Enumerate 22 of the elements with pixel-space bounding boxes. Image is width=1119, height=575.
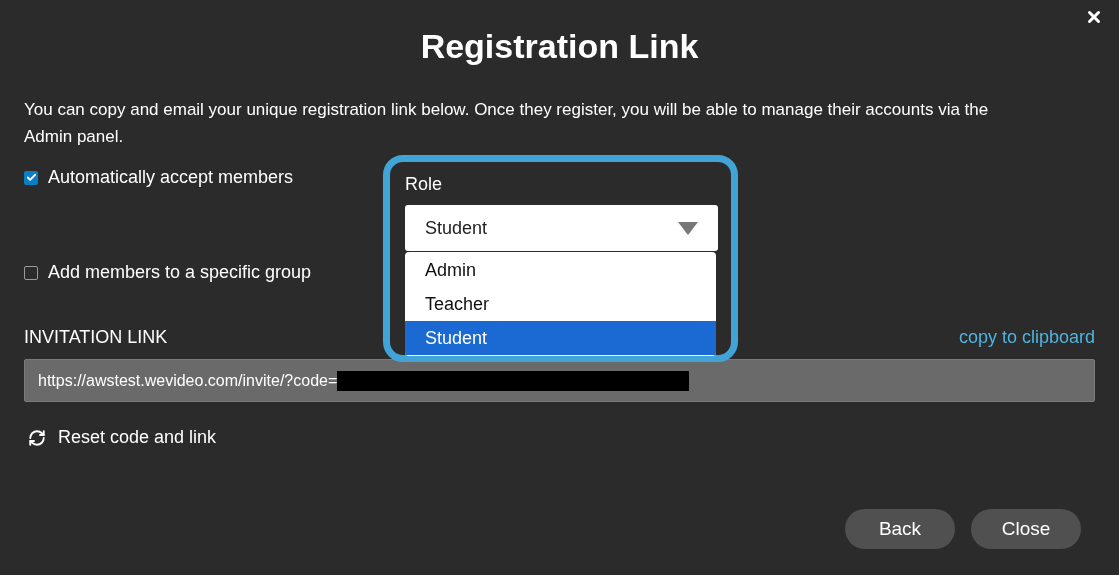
checkbox-label: Automatically accept members	[48, 166, 294, 189]
checkbox-label: Add members to a specific group	[48, 261, 312, 284]
checkbox[interactable]	[24, 265, 38, 280]
role-option[interactable]: Admin	[405, 253, 716, 287]
role-option[interactable]: Student	[405, 321, 716, 355]
invitation-url: https://awstest.wevideo.com/invite/?code=	[38, 370, 338, 391]
close-dialog-button[interactable]: Close	[971, 509, 1081, 549]
checkbox[interactable]	[24, 170, 38, 185]
refresh-icon	[28, 428, 46, 447]
role-label: Role	[405, 173, 444, 196]
back-button[interactable]: Back	[845, 509, 955, 549]
copy-to-clipboard-link[interactable]: copy to clipboard	[958, 324, 1095, 351]
reset-code-button[interactable]: Reset code and link	[28, 424, 217, 451]
dropdown-caret-icon	[678, 221, 698, 235]
description-text: You can copy and email your unique registration link below. Once they register, you will be able to manage their accounts via the Admin panel.	[24, 99, 990, 148]
role-option[interactable]: Teacher	[405, 287, 716, 321]
role-dropdown[interactable]: Student	[405, 205, 718, 251]
dialog-title: Registration Link	[420, 26, 699, 67]
close-icon	[1085, 8, 1103, 26]
invitation-link-field[interactable]: https://awstest.wevideo.com/invite/?code=	[24, 359, 1095, 402]
invitation-link-label: INVITATION LINK	[24, 326, 168, 349]
close-button[interactable]	[1085, 8, 1103, 26]
